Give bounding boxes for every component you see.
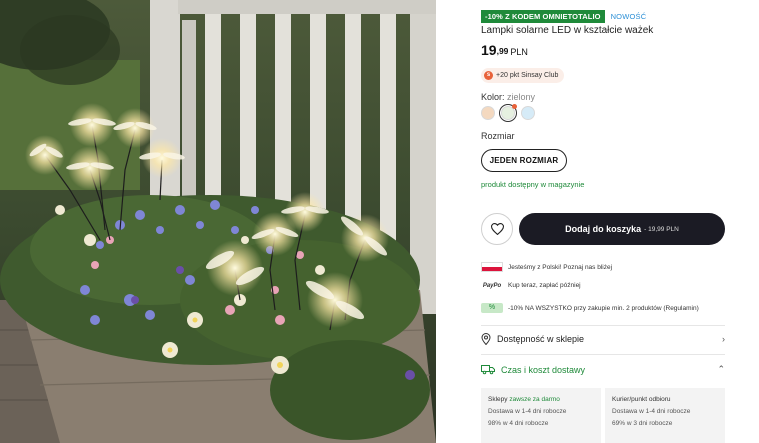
price-currency: PLN xyxy=(510,47,528,57)
shipping-row[interactable]: Czas i koszt dostawy ⌃ xyxy=(481,364,725,375)
price-integer: 19 xyxy=(481,42,497,58)
product-panel: -10% Z KODEM OMNIETOTALIO NOWOŚĆ Lampki … xyxy=(481,0,731,443)
badges: -10% Z KODEM OMNIETOTALIO NOWOŚĆ xyxy=(481,10,646,23)
delivery-courier-line1: Dostawa w 1-4 dni robocze xyxy=(612,408,691,415)
poland-flag-icon xyxy=(481,262,503,272)
chevron-down-icon: ⌃ xyxy=(717,364,725,374)
info-polish-brand[interactable]: Jesteśmy z Polski! Poznaj nas bliżej xyxy=(481,262,612,272)
store-availability-label: Dostępność w sklepie xyxy=(497,334,585,344)
club-points-badge: s +20 pkt Sinsay Club xyxy=(481,68,565,83)
divider xyxy=(481,354,725,355)
color-swatch-green-selected[interactable] xyxy=(499,104,517,122)
shipping-label: Czas i koszt dostawy xyxy=(501,364,586,375)
delivery-stores-line2: 98% w 4 dni robocze xyxy=(488,420,549,427)
new-badge: NOWOŚĆ xyxy=(610,12,647,21)
store-availability-row[interactable]: Dostępność w sklepie › xyxy=(481,333,725,345)
info-discount[interactable]: % -10% NA WSZYSTKO przy zakupie min. 2 p… xyxy=(481,303,699,313)
club-points-text: +20 pkt Sinsay Club xyxy=(496,72,559,79)
wishlist-button[interactable] xyxy=(481,213,513,245)
color-swatches xyxy=(481,104,535,122)
delivery-courier-head: Kurier/punkt odbioru xyxy=(612,396,671,403)
product-price: 19,99 PLN xyxy=(481,42,528,60)
delivery-card-stores: Sklepy zawsze za darmo Dostawa w 1-4 dni… xyxy=(481,388,601,443)
info-paypo[interactable]: PayPo Kup teraz, zapłać później xyxy=(481,282,581,289)
chevron-right-icon: › xyxy=(722,334,725,344)
delivery-stores-head: Sklepy zawsze za darmo xyxy=(488,396,560,403)
heart-icon xyxy=(490,223,504,235)
color-swatch-peach[interactable] xyxy=(481,106,495,120)
add-to-cart-label: Dodaj do koszyka xyxy=(565,224,642,234)
discount-tag-icon: % xyxy=(481,303,503,313)
product-title: Lampki solarne LED w kształcie ważek xyxy=(481,25,654,36)
stock-status: produkt dostępny w magazynie xyxy=(481,180,585,189)
location-pin-icon xyxy=(481,333,491,345)
promo-badge: -10% Z KODEM OMNIETOTALIO xyxy=(481,10,605,23)
add-to-cart-button[interactable]: Dodaj do koszyka - 19,99 PLN xyxy=(519,213,725,245)
paypo-icon: PayPo xyxy=(482,282,502,289)
delivery-courier-line2: 69% w 3 dni robocze xyxy=(612,420,673,427)
color-swatch-blue[interactable] xyxy=(521,106,535,120)
delivery-stores-line1: Dostawa w 1-4 dni robocze xyxy=(488,408,567,415)
product-photo xyxy=(0,0,436,443)
delivery-truck-icon xyxy=(481,365,495,375)
add-to-cart-price: - 19,99 PLN xyxy=(644,225,679,233)
size-label: Rozmiar xyxy=(481,131,515,141)
color-value: zielony xyxy=(507,92,536,102)
sinsay-club-icon: s xyxy=(484,71,493,80)
selected-dot-icon xyxy=(512,104,517,109)
size-one-size-button[interactable]: JEDEN ROZMIAR xyxy=(481,149,567,172)
info-polish-text: Jesteśmy z Polski! Poznaj nas bliżej xyxy=(508,263,613,271)
info-paypo-text: Kup teraz, zapłać później xyxy=(508,282,581,289)
divider xyxy=(481,325,725,326)
info-discount-text: -10% NA WSZYSTKO przy zakupie min. 2 pro… xyxy=(508,304,699,312)
price-decimal: ,99 xyxy=(496,46,509,56)
delivery-options: Sklepy zawsze za darmo Dostawa w 1-4 dni… xyxy=(481,388,725,443)
color-label: Kolor: xyxy=(481,92,505,102)
delivery-card-courier: Kurier/punkt odbioru Dostawa w 1-4 dni r… xyxy=(605,388,725,443)
color-label-row: Kolor: zielony xyxy=(481,92,535,102)
